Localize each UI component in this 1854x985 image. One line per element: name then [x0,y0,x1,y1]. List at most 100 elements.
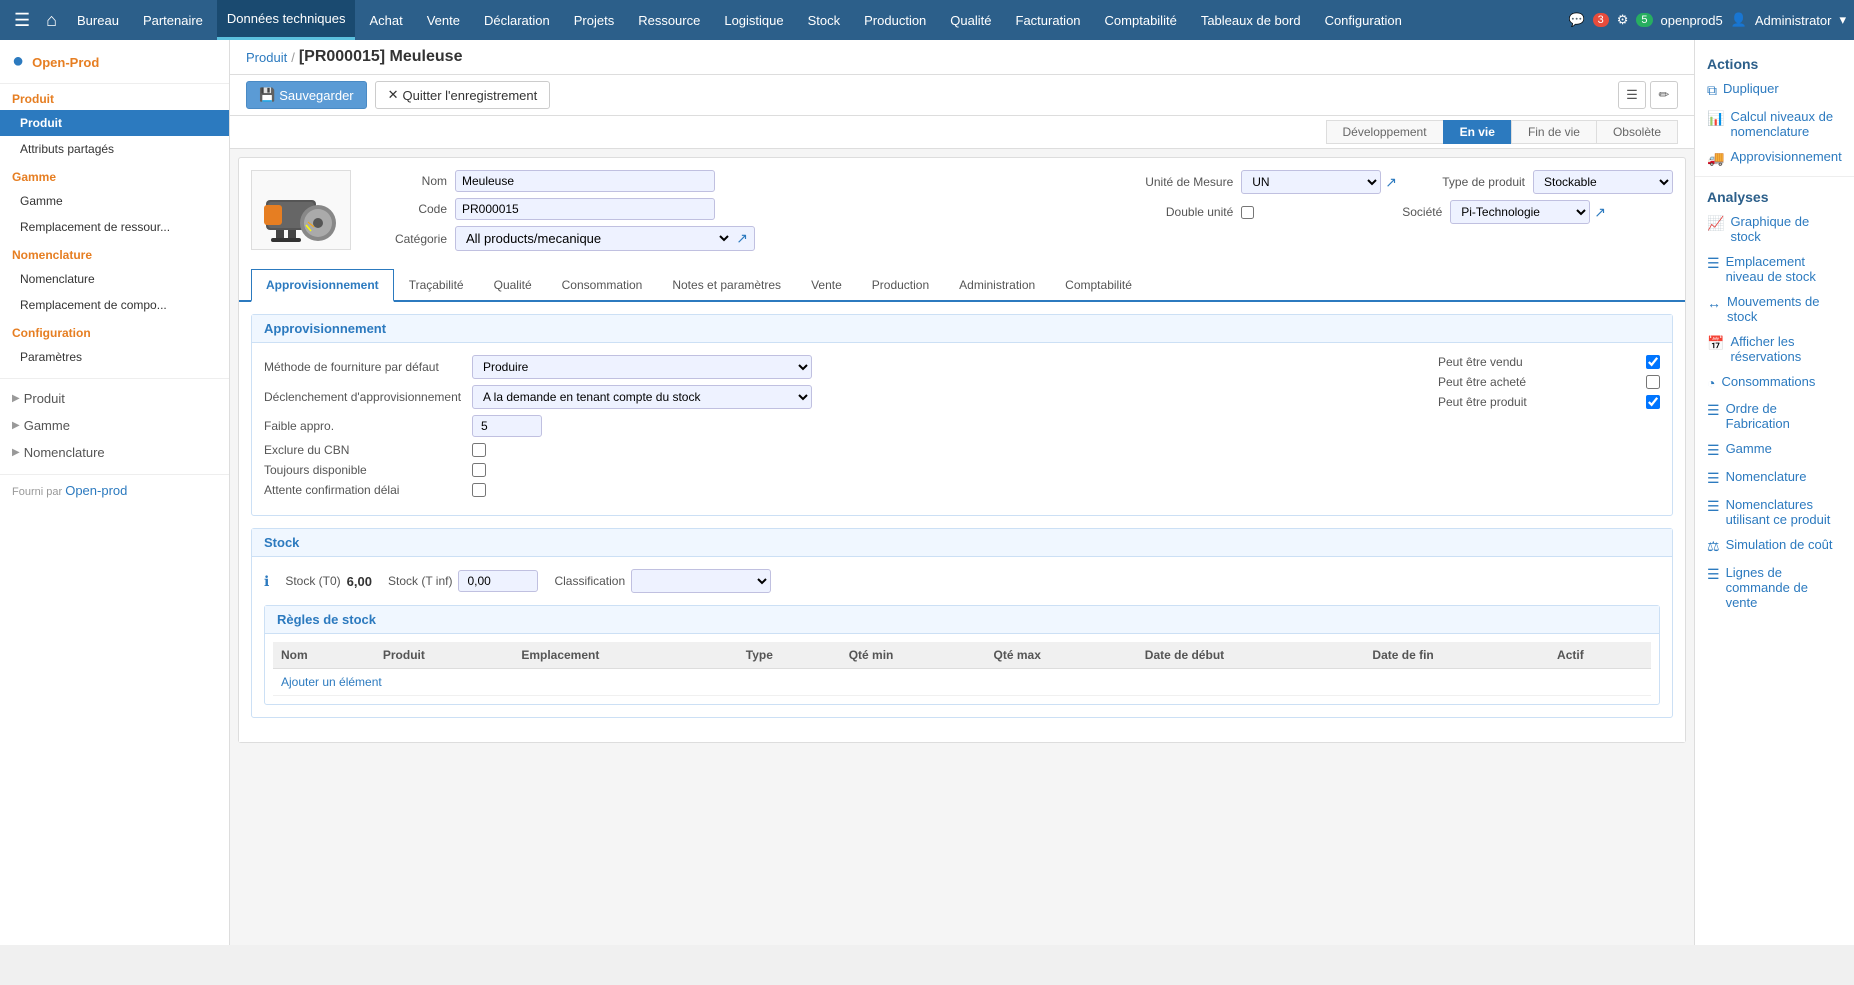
col-nom: Nom [273,642,375,669]
toujours-checkbox[interactable] [472,463,486,477]
analyse-mouvements[interactable]: ↔ Mouvements de stock [1695,289,1854,329]
double-unite-checkbox[interactable] [1241,206,1254,219]
toolbar-right: ☰ ✏ [1618,81,1678,109]
navbar-qualite[interactable]: Qualité [940,0,1001,40]
analyse-consommations[interactable]: ◔ Consommations [1695,369,1854,396]
tab-administration[interactable]: Administration [944,269,1050,302]
tab-comptabilite[interactable]: Comptabilité [1050,269,1147,302]
code-input[interactable] [455,198,715,220]
sidebar-item-attributs[interactable]: Attributs partagés [0,136,229,162]
stock-tinf-field: Stock (T inf) [388,570,538,592]
action-approvisionnement[interactable]: 🚚 Approvisionnement [1695,144,1854,172]
peut-produit-checkbox[interactable] [1646,395,1660,409]
methode-select[interactable]: Produire Acheter Sous-traiter [472,355,812,379]
sidebar-item-nomenclature[interactable]: Nomenclature [0,266,229,292]
stock-tinf-input[interactable] [458,570,538,592]
unite-external-link[interactable]: ↗ [1385,174,1397,191]
navbar-tableaux[interactable]: Tableaux de bord [1191,0,1311,40]
navbar-ressource[interactable]: Ressource [628,0,710,40]
navbar-projets[interactable]: Projets [564,0,624,40]
exclure-checkbox[interactable] [472,443,486,457]
declenchement-select[interactable]: A la demande en tenant compte du stock S… [472,385,812,409]
tab-consommation[interactable]: Consommation [547,269,658,302]
info-icon[interactable]: ℹ [264,573,269,590]
status-fin-vie[interactable]: Fin de vie [1511,120,1597,144]
categorie-external-link[interactable]: ↗ [736,230,748,247]
list-view-button[interactable]: ☰ [1618,81,1646,109]
admin-icon[interactable]: 👤 [1731,12,1747,28]
sidebar-group-produit[interactable]: ▶ Produit [0,385,229,412]
navbar-comptabilite[interactable]: Comptabilité [1095,0,1187,40]
quit-button[interactable]: ✕ Quitter l'enregistrement [375,81,551,109]
faible-input[interactable] [472,415,542,437]
stock-tinf-label: Stock (T inf) [388,574,452,588]
analyse-reservations[interactable]: 📅 Afficher les réservations [1695,329,1854,369]
sidebar-group-nomenclature[interactable]: ▶ Nomenclature [0,439,229,466]
classification-select[interactable] [631,569,771,593]
analyse-nomenclatures-produit[interactable]: ☰ Nomenclatures utilisant ce produit [1695,492,1854,532]
actions-title: Actions [1695,48,1854,76]
status-developpement[interactable]: Développement [1326,120,1444,144]
analyse-gamme[interactable]: ☰ Gamme [1695,436,1854,464]
unite-select[interactable]: UN [1241,170,1381,194]
navbar-facturation[interactable]: Facturation [1006,0,1091,40]
navbar-partenaire[interactable]: Partenaire [133,0,213,40]
analyse-lignes[interactable]: ☰ Lignes de commande de vente [1695,560,1854,615]
sidebar-item-produit[interactable]: Produit [0,110,229,136]
tab-qualite[interactable]: Qualité [479,269,547,302]
tab-production[interactable]: Production [857,269,944,302]
sidebar-item-gamme[interactable]: Gamme [0,188,229,214]
arrow-icon: ▶ [12,393,20,404]
nom-input[interactable] [455,170,715,192]
edit-view-button[interactable]: ✏ [1650,81,1678,109]
footer-link[interactable]: Open-prod [65,483,127,498]
societe-select[interactable]: Pi-Technologie [1450,200,1590,224]
navbar-donnees[interactable]: Données techniques [217,0,356,40]
attente-checkbox[interactable] [472,483,486,497]
navbar-declaration[interactable]: Déclaration [474,0,560,40]
analyse-simulation[interactable]: ⚖ Simulation de coût [1695,532,1854,560]
navbar-vente[interactable]: Vente [417,0,470,40]
action-dupliquer[interactable]: ⧉ Dupliquer [1695,76,1854,104]
societe-external-link[interactable]: ↗ [1594,204,1606,221]
sidebar-item-parametres[interactable]: Paramètres [0,344,229,370]
admin-label[interactable]: Administrator [1755,13,1832,28]
navbar-stock[interactable]: Stock [798,0,851,40]
status-obsolete[interactable]: Obsolète [1596,120,1678,144]
analyse-of[interactable]: ☰ Ordre de Fabrication [1695,396,1854,436]
navbar-production[interactable]: Production [854,0,936,40]
sidebar-group-gamme[interactable]: ▶ Gamme [0,412,229,439]
add-element-link[interactable]: Ajouter un élément [281,675,382,689]
appro-right: Peut être vendu Peut être acheté Peut êt… [1438,355,1660,503]
save-button[interactable]: 💾 Sauvegarder [246,81,367,109]
peut-achete-label: Peut être acheté [1438,375,1638,389]
home-icon[interactable]: ⌂ [40,10,63,31]
peut-vendu-checkbox[interactable] [1646,355,1660,369]
chat-icon[interactable]: 💬 [1568,12,1584,28]
tab-vente[interactable]: Vente [796,269,857,302]
navbar-bureau[interactable]: Bureau [67,0,129,40]
tab-notes[interactable]: Notes et paramètres [657,269,796,302]
sidebar-item-remplacement-ressource[interactable]: Remplacement de ressour... [0,214,229,240]
gear-icon[interactable]: ⚙ [1617,12,1629,28]
tab-approvisionnement[interactable]: Approvisionnement [251,269,394,302]
navbar-logistique[interactable]: Logistique [714,0,793,40]
analyse-emplacement[interactable]: ☰ Emplacement niveau de stock [1695,249,1854,289]
action-calcul[interactable]: 📊 Calcul niveaux de nomenclature [1695,104,1854,144]
categorie-select[interactable]: All products/mecanique [462,230,732,247]
breadcrumb-sep: / [291,50,295,65]
peut-achete-checkbox[interactable] [1646,375,1660,389]
dropdown-icon[interactable]: ▾ [1839,12,1846,28]
navbar-configuration[interactable]: Configuration [1315,0,1412,40]
sidebar-item-remplacement-compo[interactable]: Remplacement de compo... [0,292,229,318]
product-form: Nom Code Catégorie All products/mecaniqu… [238,157,1686,743]
type-produit-select[interactable]: Stockable [1533,170,1673,194]
analyse-graphique[interactable]: 📈 Graphique de stock [1695,209,1854,249]
copy-icon: ⧉ [1707,82,1717,99]
status-en-vie[interactable]: En vie [1443,120,1512,144]
navbar-achat[interactable]: Achat [359,0,412,40]
breadcrumb-parent[interactable]: Produit [246,50,287,65]
tab-tracabilite[interactable]: Traçabilité [394,269,479,302]
analyse-nomenclature[interactable]: ☰ Nomenclature [1695,464,1854,492]
menu-icon[interactable]: ☰ [8,10,36,31]
